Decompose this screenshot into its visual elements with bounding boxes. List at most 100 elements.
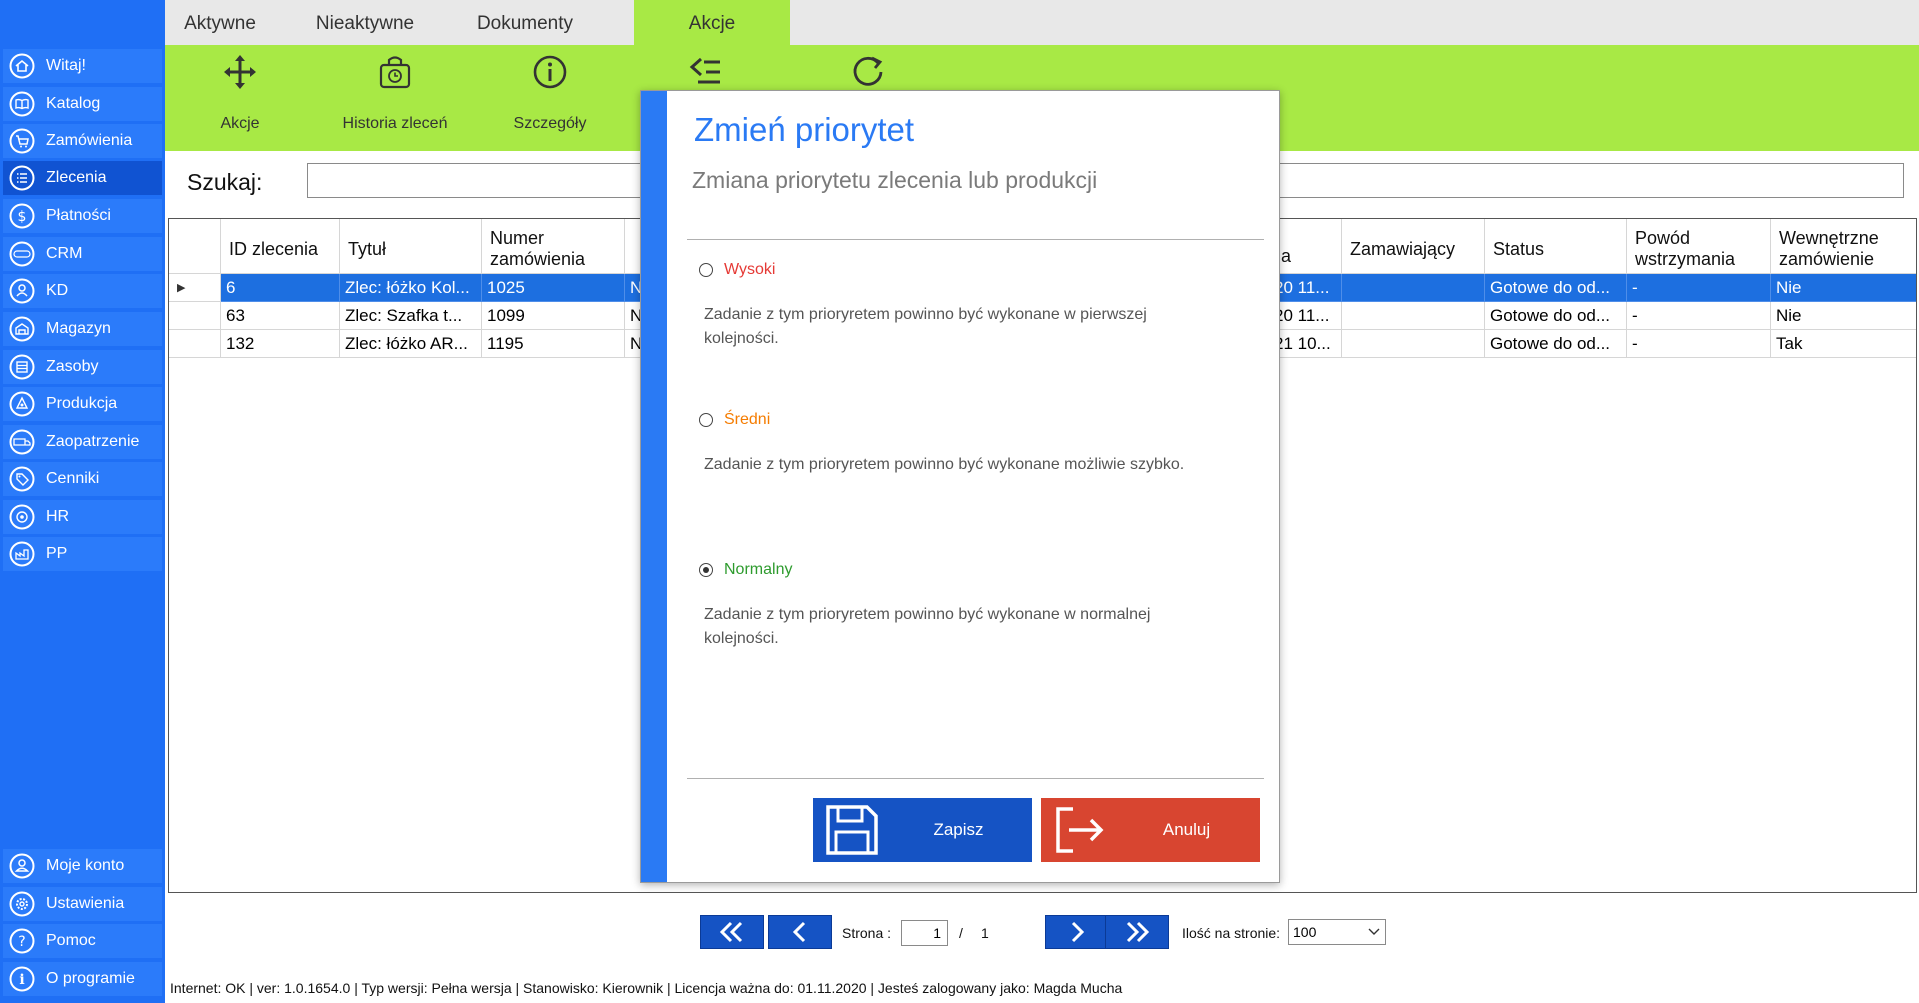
exit-icon [1053,804,1107,856]
per-page-label: Ilość na stronie: [1182,925,1281,941]
table-header-internal[interactable]: Wewnętrzne zamówienie [1771,219,1916,274]
info-icon [532,53,568,91]
sidebar-item-magazyn[interactable]: Magazyn [3,312,162,346]
per-page-select[interactable]: 100 [1288,919,1386,945]
ribbon-szczegoly-button[interactable]: Szczegóły [485,45,615,151]
sidebar-item-produkcja[interactable]: Produkcja [3,387,162,421]
priority-normal-radio[interactable] [699,563,713,577]
double-chevron-right-icon [1126,921,1150,943]
pp-icon [9,541,35,567]
save-icon [825,804,879,856]
sidebar-item-moje-konto[interactable]: Moje konto [3,849,162,883]
info-icon: i [9,966,35,992]
last-page-button[interactable] [1105,915,1169,949]
sidebar-item-label: Katalog [46,95,101,112]
history-icon [377,53,413,91]
page-total: 1 [981,925,989,941]
sidebar-item-label: Produkcja [46,395,118,412]
home-icon [9,53,35,79]
dialog-accent-bar [641,91,667,882]
production-icon [9,391,35,417]
sidebar-item-label: PP [46,545,68,562]
sidebar-item-witaj[interactable]: Witaj! [3,49,162,83]
priority-icon [687,53,723,91]
tab-akcje[interactable]: Akcje [634,0,790,45]
divider [687,239,1264,240]
priority-normal-label[interactable]: Normalny [724,561,792,579]
next-page-button[interactable] [1045,915,1109,949]
priority-high-radio[interactable] [699,263,713,277]
ribbon-akcje-button[interactable]: Akcje [175,45,305,151]
sidebar-item-platnosci[interactable]: $ Płatności [3,199,162,233]
chevron-left-icon [792,921,806,943]
dialog-title: Zmień priorytet [694,111,915,148]
tag-icon [9,466,35,492]
sidebar-item-zasoby[interactable]: Zasoby [3,350,162,384]
sidebar-item-label: HR [46,508,70,525]
table-header-order-number[interactable]: Numer zamówienia [482,219,625,274]
list-icon [9,165,35,191]
ribbon-historia-button[interactable]: Historia zleceń [330,45,460,151]
per-page-value: 100 [1293,924,1317,940]
page-label: Strona : [842,925,892,941]
sidebar-item-label: Magazyn [46,320,111,337]
svg-text:i: i [19,972,24,988]
priority-high-label[interactable]: Wysoki [724,261,775,279]
sidebar-item-crm[interactable]: CRM [3,237,162,271]
sidebar-item-label: Płatności [46,207,111,224]
svg-text:?: ? [18,934,25,950]
table-header-title[interactable]: Tytuł [340,219,482,274]
priority-medium-description: Zadanie z tym prioryretem powinno być wy… [704,456,1185,473]
crm-icon [9,241,35,267]
dialog-subtitle: Zmiana priorytetu zlecenia lub produkcji [692,167,1098,193]
table-header-rowselector [169,219,221,274]
prev-page-button[interactable] [768,915,832,949]
page-number-input[interactable] [901,920,948,946]
sidebar-item-label: KD [46,282,69,299]
double-chevron-left-icon [719,921,743,943]
priority-medium-radio[interactable] [699,413,713,427]
chevron-right-icon [1071,921,1085,943]
priority-high-description: Zadanie z tym prioryretem powinno być wy… [704,306,1147,347]
sidebar-item-label: Moje konto [46,857,125,874]
cart-icon [9,128,35,154]
sidebar-item-zaopatrzenie[interactable]: Zaopatrzenie [3,425,162,459]
priority-medium-label[interactable]: Średni [724,411,770,429]
table-header-ordering[interactable]: Zamawiający [1342,219,1485,274]
first-page-button[interactable] [700,915,764,949]
sidebar-item-ustawienia[interactable]: Ustawienia [3,887,162,921]
sidebar-item-label: Pomoc [46,932,96,949]
sidebar-item-zamowienia[interactable]: Zamówienia [3,124,162,158]
sidebar-item-kd[interactable]: KD [3,274,162,308]
search-label: Szukaj: [187,169,263,195]
sidebar-item-label: CRM [46,245,83,262]
save-button[interactable]: Zapisz [813,798,1032,862]
tab-bar: Aktywne Nieaktywne Dokumenty Akcje [165,0,1919,45]
cancel-button[interactable]: Anuluj [1041,798,1260,862]
settings-icon [9,891,35,917]
sidebar-item-zlecenia[interactable]: Zlecenia [3,161,162,195]
sidebar-item-label: Zasoby [46,358,99,375]
sidebar-item-label: Ustawienia [46,895,125,912]
tab-aktywne[interactable]: Aktywne [165,0,275,45]
sidebar-item-label: Zaopatrzenie [46,433,140,450]
sidebar-item-cenniki[interactable]: Cenniki [3,462,162,496]
sidebar-item-pomoc[interactable]: ? Pomoc [3,924,162,958]
user-icon [9,853,35,879]
tab-dokumenty[interactable]: Dokumenty [450,0,600,45]
sidebar-item-pp[interactable]: PP [3,537,162,571]
refresh-icon [850,53,886,91]
priority-normal-description: Zadanie z tym prioryretem powinno być wy… [704,606,1151,647]
table-header-id[interactable]: ID zlecenia [221,219,340,274]
change-priority-dialog: Zmień priorytet Zmiana priorytetu zlecen… [640,90,1280,883]
table-header-status[interactable]: Status [1485,219,1627,274]
page-separator: / [959,925,963,941]
sidebar-item-label: Zamówienia [46,132,133,149]
table-header-reason[interactable]: Powód wstrzymania [1627,219,1771,274]
book-icon [9,91,35,117]
tab-nieaktywne[interactable]: Nieaktywne [285,0,445,45]
move-icon [222,53,258,91]
sidebar-item-o-programie[interactable]: i O programie [3,962,162,996]
sidebar-item-hr[interactable]: HR [3,500,162,534]
sidebar-item-katalog[interactable]: Katalog [3,87,162,121]
